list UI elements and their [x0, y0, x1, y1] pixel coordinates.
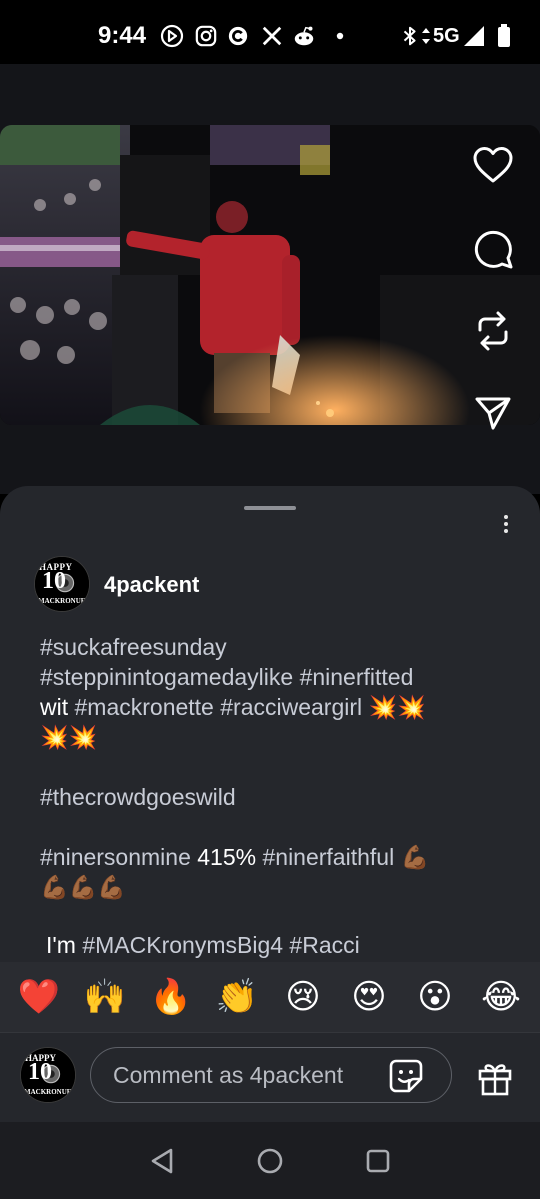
dot-icon [328, 24, 352, 48]
gift-button[interactable] [474, 1057, 516, 1099]
share-icon [475, 397, 511, 430]
x-icon [260, 24, 284, 48]
caption-text: 💪🏾 [394, 844, 430, 870]
avatar-logo-number: 10 [28, 1059, 52, 1085]
recents-icon [366, 1149, 390, 1173]
avatar[interactable]: HAPPY 10 MACKRONUFB [34, 556, 90, 612]
drag-handle[interactable] [244, 506, 296, 510]
emoji-reaction-button[interactable]: 😂 [477, 977, 525, 1017]
data-arrows-icon [420, 24, 432, 48]
caption-text: 💥💥 [40, 724, 98, 750]
more-options-button[interactable] [496, 514, 516, 534]
caption-line: 💥💥 [40, 722, 510, 752]
emoji-reaction-button[interactable]: 🙌 [81, 977, 129, 1017]
quick-reaction-bar: ❤️ 🙌 🔥 👏 😢 😍 😮 😂 [0, 962, 540, 1032]
emoji-reaction-button[interactable]: 👏 [213, 977, 261, 1017]
hashtag-link[interactable]: #MACKronymsBig4 #Racci [82, 932, 359, 958]
comment-composer: HAPPY 10 MACKRONUFB [0, 1032, 540, 1122]
caption-line: #steppinintogamedaylike #ninerfitted [40, 662, 510, 692]
caption-line: wit #mackronette #racciweargirl 💥💥 [40, 692, 510, 722]
emoji-reaction-button[interactable]: 😮 [411, 977, 459, 1017]
comment-button[interactable] [470, 226, 516, 272]
home-icon [257, 1148, 283, 1174]
nav-home-button[interactable] [255, 1146, 285, 1176]
hashtag-link[interactable]: #suckafreesunday [40, 634, 227, 660]
heart-icon [473, 147, 513, 183]
emoji-reaction-button[interactable]: 😢 [279, 977, 327, 1017]
instagram-icon [194, 24, 218, 48]
hashtag-link[interactable]: #racciweargirl [220, 694, 362, 720]
caption-text: 415% [190, 844, 263, 870]
post-caption: #suckafreesunday #steppinintogamedaylike … [40, 632, 510, 902]
avatar-logo-bottom-text: MACKRONUFB [24, 1088, 76, 1096]
repost-icon [478, 311, 508, 351]
caption-paragraph-2: #thecrowdgoeswild [40, 782, 510, 812]
battery-icon [492, 24, 516, 48]
hashtag-link[interactable]: #ninerfitted [300, 664, 414, 690]
comment-icon [474, 230, 513, 269]
post-username[interactable]: 4packent [104, 572, 199, 598]
share-button[interactable] [470, 390, 516, 436]
like-button[interactable] [470, 142, 516, 188]
hashtag-link[interactable]: #thecrowdgoeswild [40, 784, 236, 810]
emoji-reaction-button[interactable]: 🔥 [147, 977, 195, 1017]
reel-video[interactable] [0, 125, 540, 425]
avatar-logo-bottom-text: MACKRONUFB [38, 597, 90, 605]
c-app-icon [226, 24, 250, 48]
system-nav-bar [0, 1122, 540, 1199]
sticker-button[interactable] [386, 1056, 426, 1096]
back-icon [151, 1148, 173, 1174]
hashtag-link[interactable]: #ninerfaithful [262, 844, 394, 870]
emoji-reaction-button[interactable]: 😍 [345, 977, 393, 1017]
caption-paragraph-3: #ninersonmine 415% #ninerfaithful 💪🏾 [40, 842, 510, 872]
hashtag-link[interactable]: #mackronette [75, 694, 214, 720]
hashtag-link[interactable]: #steppinintogamedaylike [40, 664, 293, 690]
current-user-avatar: HAPPY 10 MACKRONUFB [20, 1047, 76, 1103]
caption-paragraph-4: I'm #MACKronymsBig4 #Racci [46, 932, 360, 959]
caption-text: 💥💥 [362, 694, 426, 720]
caption-line: #suckafreesunday [40, 632, 510, 662]
nav-recents-button[interactable] [363, 1146, 393, 1176]
reel-area [0, 64, 540, 494]
play-circle-icon [160, 24, 184, 48]
repost-button[interactable] [470, 308, 516, 354]
caption-emoji-line: 💪🏾💪🏾💪🏾 [40, 874, 126, 900]
status-time: 9:44 [98, 22, 147, 49]
reddit-icon [292, 24, 316, 48]
status-bar: 9:44 5G [0, 0, 540, 64]
signal-icon [462, 24, 486, 48]
caption-text: wit [40, 694, 75, 720]
bluetooth-icon [398, 24, 422, 48]
caption-paragraph-1: #suckafreesunday #steppinintogamedaylike … [40, 632, 510, 752]
network-type: 5G [433, 25, 460, 47]
hashtag-link[interactable]: #ninersonmine [40, 844, 191, 870]
avatar-logo-number: 10 [42, 568, 66, 594]
caption-text: I'm [46, 932, 83, 958]
sticker-icon [389, 1059, 423, 1093]
emoji-reaction-button[interactable]: ❤️ [15, 977, 63, 1017]
nav-back-button[interactable] [147, 1146, 177, 1176]
gift-icon [478, 1064, 512, 1096]
comments-sheet: HAPPY 10 MACKRONUFB 4packent #suckafrees… [0, 486, 540, 1122]
